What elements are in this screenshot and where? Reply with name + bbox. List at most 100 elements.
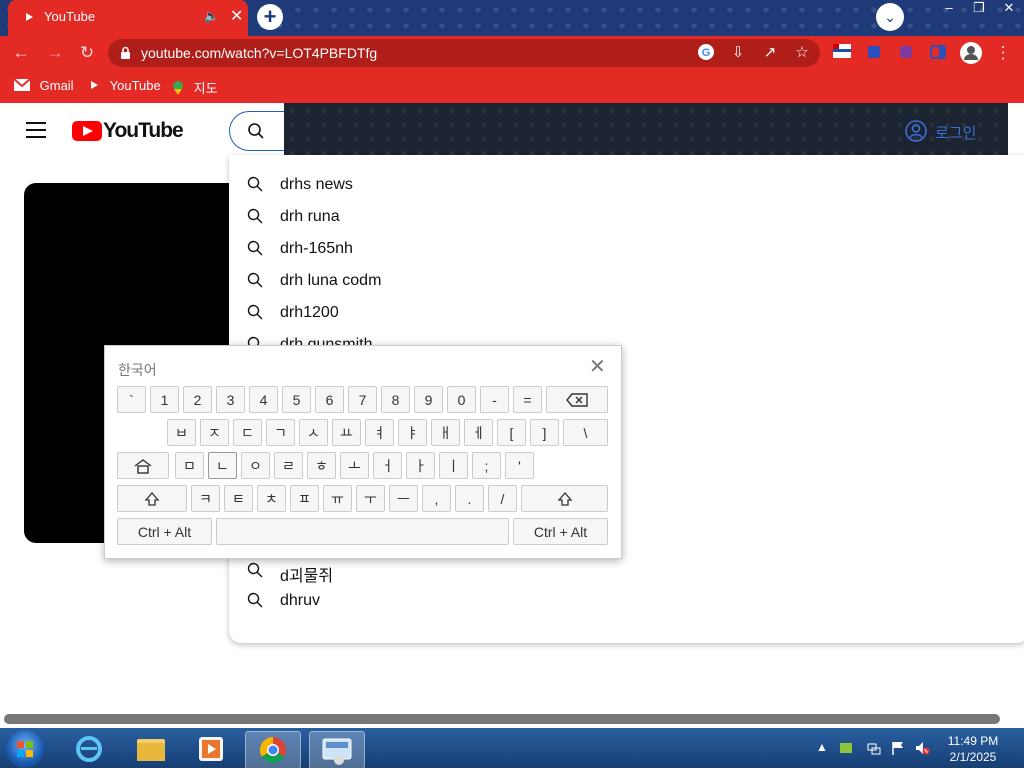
ctrl-alt-left-key[interactable]: Ctrl + Alt — [117, 518, 212, 545]
forward-button[interactable]: → — [44, 42, 66, 64]
extension-dark-icon[interactable] — [898, 44, 916, 62]
menu-kebab-icon[interactable]: ⋮ — [992, 42, 1014, 64]
minimize-button[interactable]: – — [934, 0, 964, 20]
key[interactable]: 2 — [183, 386, 212, 413]
horizontal-scrollbar[interactable] — [4, 714, 1000, 724]
taskbar-file-explorer[interactable] — [124, 731, 178, 767]
key[interactable]: ㅑ — [398, 419, 427, 446]
hamburger-menu-icon[interactable] — [26, 122, 46, 138]
key[interactable]: \ — [563, 419, 608, 446]
taskbar-internet-explorer[interactable] — [62, 731, 116, 767]
bookmark-star-icon[interactable]: ☆ — [792, 44, 812, 62]
key[interactable]: , — [422, 485, 451, 512]
suggestion-item[interactable]: drh-165nh — [247, 234, 747, 266]
key[interactable]: 0 — [447, 386, 476, 413]
key[interactable]: ㅕ — [365, 419, 394, 446]
key[interactable]: . — [455, 485, 484, 512]
key[interactable]: ; — [472, 452, 501, 479]
system-clock[interactable]: 11:49 PM 2/1/2025 — [940, 733, 1006, 765]
key[interactable]: ㅈ — [200, 419, 229, 446]
key[interactable]: 8 — [381, 386, 410, 413]
show-hidden-icons-icon[interactable]: ▲ — [814, 740, 830, 756]
key[interactable]: 4 — [249, 386, 278, 413]
bookmark-youtube[interactable]: YouTube — [88, 78, 161, 93]
speaker-icon[interactable]: 🔈 — [204, 9, 219, 23]
key[interactable]: ㅂ — [167, 419, 196, 446]
shift-left-key[interactable] — [117, 485, 187, 512]
home-key[interactable] — [117, 452, 169, 479]
key[interactable]: ㅌ — [224, 485, 253, 512]
key[interactable]: ㄴ — [208, 452, 237, 479]
key[interactable]: 9 — [414, 386, 443, 413]
shift-right-key[interactable] — [521, 485, 608, 512]
side-panel-icon[interactable] — [930, 44, 948, 62]
taskbar-chrome[interactable] — [245, 731, 301, 769]
start-button[interactable] — [6, 730, 44, 768]
key[interactable]: ㅍ — [290, 485, 319, 512]
tab-search-icon[interactable]: ⌄ — [876, 3, 904, 31]
key[interactable]: ㅅ — [299, 419, 328, 446]
key[interactable]: ㄹ — [274, 452, 303, 479]
youtube-logo-text[interactable]: YouTube — [103, 119, 184, 143]
tray-app-icon[interactable] — [838, 740, 854, 756]
tab-youtube[interactable]: YouTube 🔈 ✕ — [8, 0, 248, 36]
suggestion-item[interactable]: drh luna codm — [247, 266, 747, 298]
profile-avatar-icon[interactable] — [960, 42, 982, 64]
spacebar-key[interactable] — [216, 518, 509, 545]
suggestion-item[interactable]: drhs news — [247, 170, 747, 202]
key[interactable]: ㅐ — [431, 419, 460, 446]
key[interactable]: ㅋ — [191, 485, 220, 512]
key[interactable]: [ — [497, 419, 526, 446]
google-icon[interactable]: G — [696, 44, 716, 62]
volume-muted-icon[interactable] — [914, 740, 930, 756]
reload-button[interactable]: ↻ — [76, 42, 98, 64]
key[interactable]: ㅡ — [389, 485, 418, 512]
tab-close-icon[interactable]: ✕ — [230, 6, 243, 26]
youtube-logo-icon[interactable] — [72, 121, 102, 141]
suggestion-item[interactable]: d괴물쥐 — [247, 556, 747, 588]
keyboard-close-icon[interactable]: ✕ — [589, 354, 606, 379]
key[interactable]: ㅎ — [307, 452, 336, 479]
restore-button[interactable]: ❐ — [964, 0, 994, 20]
key[interactable]: ' — [505, 452, 534, 479]
key[interactable]: ㅊ — [257, 485, 286, 512]
key[interactable]: ㅓ — [373, 452, 402, 479]
install-icon[interactable]: ⇩ — [728, 44, 748, 62]
key[interactable]: 6 — [315, 386, 344, 413]
taskbar-on-screen-keyboard[interactable] — [309, 731, 365, 769]
key[interactable]: ㅁ — [175, 452, 204, 479]
key[interactable]: ㅏ — [406, 452, 435, 479]
key[interactable]: ] — [530, 419, 559, 446]
key[interactable]: ㅛ — [332, 419, 361, 446]
key[interactable]: - — [480, 386, 509, 413]
network-icon[interactable] — [866, 740, 882, 756]
bookmark-gmail[interactable]: Gmail — [13, 78, 74, 93]
key[interactable]: 5 — [282, 386, 311, 413]
key[interactable]: 7 — [348, 386, 377, 413]
address-bar[interactable]: youtube.com/watch?v=LOT4PBFDTfg G ⇩ ↗ ☆ — [108, 39, 820, 67]
ctrl-alt-right-key[interactable]: Ctrl + Alt — [513, 518, 608, 545]
key[interactable]: 3 — [216, 386, 245, 413]
suggestion-item[interactable]: drh1200 — [247, 298, 747, 330]
key[interactable]: ㅣ — [439, 452, 468, 479]
key[interactable]: ㅗ — [340, 452, 369, 479]
extension-flag-icon[interactable] — [833, 44, 851, 62]
key[interactable]: / — [488, 485, 517, 512]
bookmark-maps[interactable]: 지도 — [172, 78, 218, 97]
window-close-button[interactable]: ✕ — [994, 0, 1024, 20]
key[interactable]: ㄱ — [266, 419, 295, 446]
new-tab-button[interactable]: + — [257, 4, 283, 30]
back-button[interactable]: ← — [10, 42, 32, 64]
action-center-flag-icon[interactable] — [890, 740, 906, 756]
key[interactable]: ㅜ — [356, 485, 385, 512]
suggestion-item[interactable]: dhruv — [247, 586, 747, 618]
suggestion-item[interactable]: drh runa — [247, 202, 747, 234]
share-icon[interactable]: ↗ — [760, 44, 780, 62]
key[interactable]: ㅇ — [241, 452, 270, 479]
taskbar-media-player[interactable] — [184, 731, 238, 767]
backspace-key[interactable] — [546, 386, 608, 413]
key[interactable]: ㅠ — [323, 485, 352, 512]
key[interactable]: 1 — [150, 386, 179, 413]
key[interactable]: = — [513, 386, 542, 413]
key[interactable]: ` — [117, 386, 146, 413]
